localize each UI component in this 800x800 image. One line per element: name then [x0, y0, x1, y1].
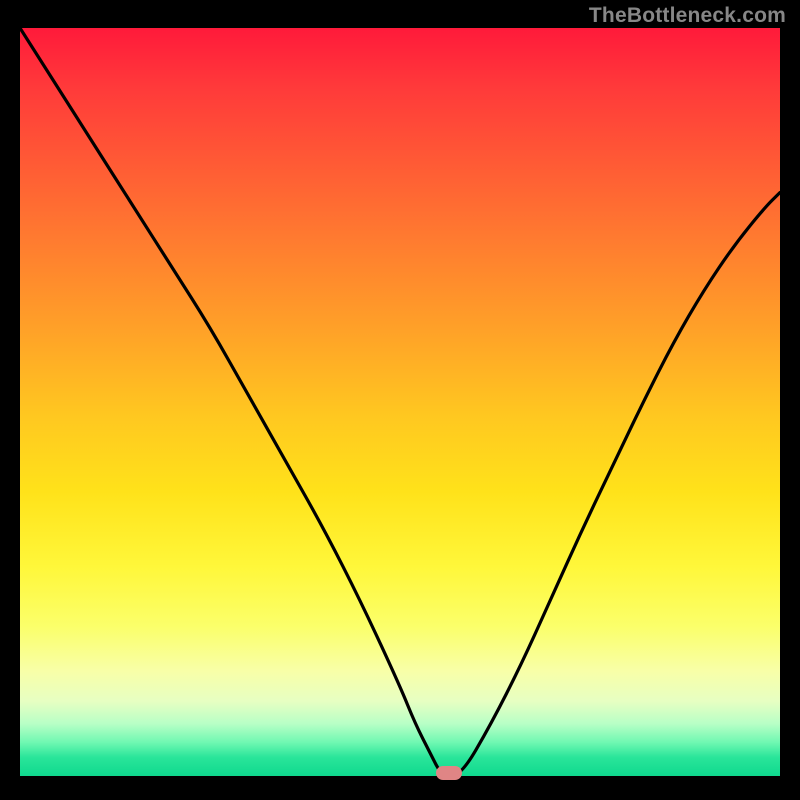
plot-area [20, 28, 780, 776]
bottleneck-curve [20, 28, 780, 776]
chart-frame: TheBottleneck.com [0, 0, 800, 800]
minimum-marker [436, 766, 462, 780]
watermark-text: TheBottleneck.com [589, 4, 786, 28]
